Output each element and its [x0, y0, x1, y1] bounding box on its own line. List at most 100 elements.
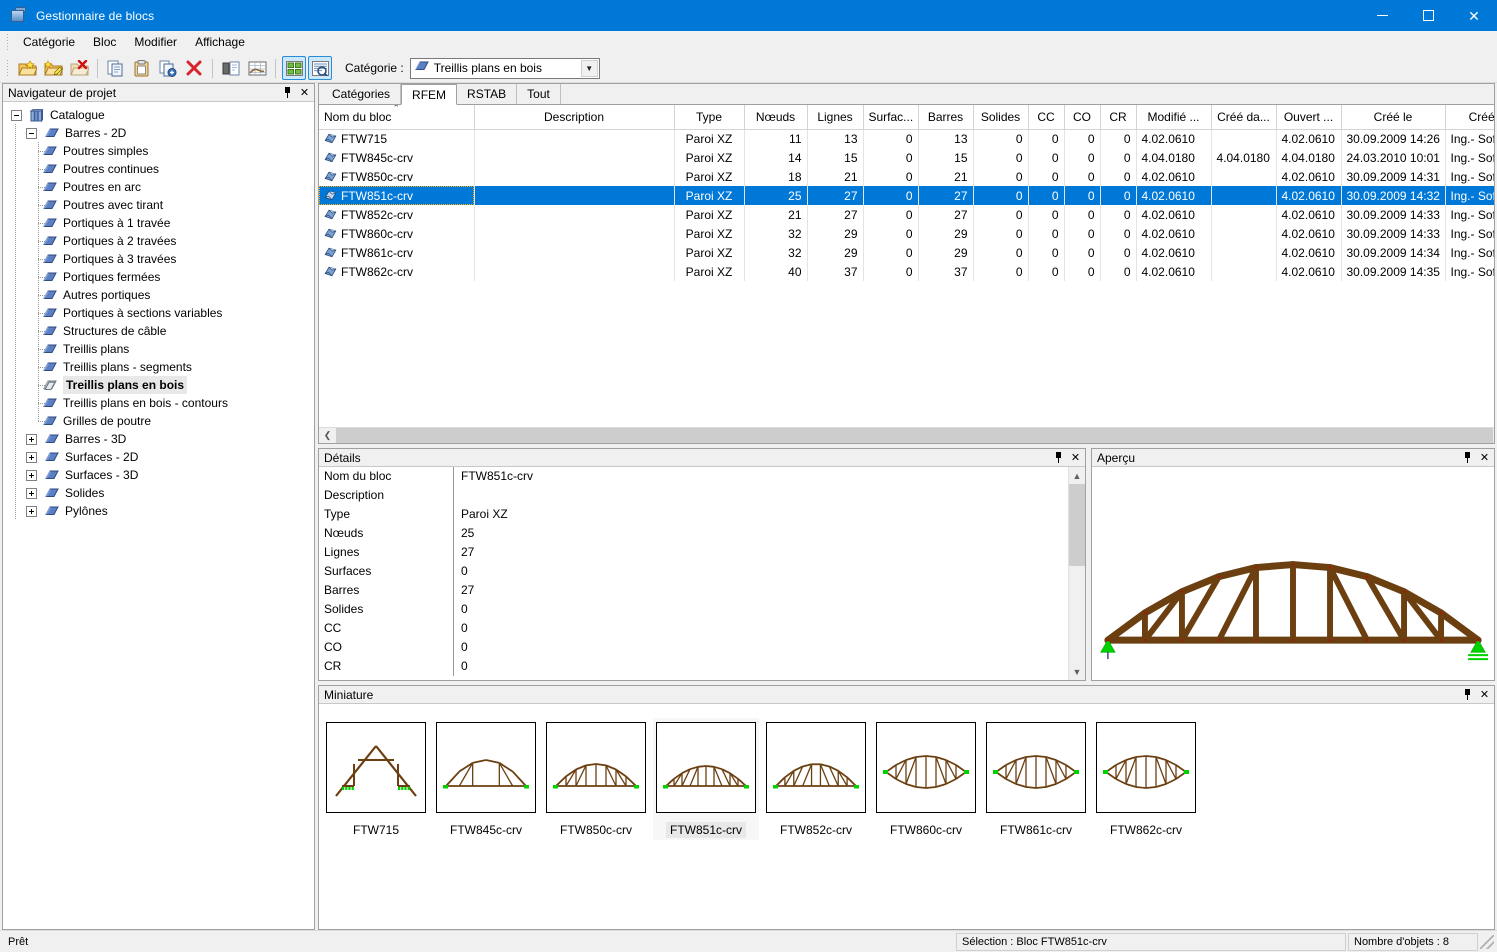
- column-header-co[interactable]: CO: [1064, 105, 1100, 129]
- details-vertical-scrollbar[interactable]: ▲ ▼: [1068, 467, 1085, 680]
- hscroll-thumb[interactable]: [336, 428, 1493, 443]
- vscroll-thumb[interactable]: [1069, 484, 1086, 566]
- table-tabs[interactable]: CatégoriesRFEMRSTABTout: [319, 84, 1494, 105]
- column-header-cr[interactable]: CR: [1100, 105, 1136, 129]
- chevron-down-icon[interactable]: ▼: [581, 60, 598, 77]
- tree-item-treillis-plans[interactable]: Treillis plans: [3, 340, 314, 358]
- menu-affichage[interactable]: Affichage: [186, 32, 254, 53]
- delete-button[interactable]: [182, 56, 206, 80]
- scroll-left-icon[interactable]: ❮: [319, 428, 336, 443]
- tree-item-poutres-avec-tirant[interactable]: Poutres avec tirant: [3, 196, 314, 214]
- paste-button[interactable]: [130, 56, 154, 80]
- column-header-description[interactable]: Description: [474, 105, 674, 129]
- tab-rfem[interactable]: RFEM: [401, 84, 457, 105]
- tree-item-surfaces-3d[interactable]: Surfaces - 3D: [3, 466, 314, 484]
- tree-item-barres-3d[interactable]: Barres - 3D: [3, 430, 314, 448]
- vscroll-track[interactable]: [1069, 484, 1086, 663]
- minimize-button[interactable]: [1359, 0, 1405, 31]
- tree-item-autres-portiques[interactable]: Autres portiques: [3, 286, 314, 304]
- thumbnail-item[interactable]: FTW852c-crv: [763, 718, 869, 840]
- table-row[interactable]: FTW852c-crvParoi XZ212702700004.02.06104…: [319, 205, 1494, 224]
- resize-grip[interactable]: [1480, 935, 1494, 949]
- table-header-row[interactable]: Nom du bloc⌃DescriptionTypeNœudsLignesSu…: [319, 105, 1494, 129]
- pin-icon[interactable]: [1460, 450, 1475, 465]
- column-header-modifie[interactable]: Modifié ...: [1136, 105, 1211, 129]
- collapse-icon[interactable]: [11, 110, 22, 121]
- tree-item-portiques-1-trav-e[interactable]: Portiques à 1 travée: [3, 214, 314, 232]
- edit-folder-button[interactable]: [41, 56, 65, 80]
- import-table-button[interactable]: [245, 56, 269, 80]
- close-icon[interactable]: ✕: [1477, 687, 1492, 702]
- close-button[interactable]: ✕: [1451, 0, 1497, 31]
- scroll-down-icon[interactable]: ▼: [1069, 663, 1086, 680]
- thumbnail-item[interactable]: FTW860c-crv: [873, 718, 979, 840]
- thumbnail-item[interactable]: FTW861c-crv: [983, 718, 1089, 840]
- tab-cat-gories[interactable]: Catégories: [322, 84, 401, 104]
- insert-block-button[interactable]: [219, 56, 243, 80]
- column-header-noeuds[interactable]: Nœuds: [744, 105, 807, 129]
- tree-item-solides[interactable]: Solides: [3, 484, 314, 502]
- column-header-solides[interactable]: Solides: [973, 105, 1028, 129]
- expand-icon[interactable]: [26, 488, 37, 499]
- tab-tout[interactable]: Tout: [517, 84, 561, 104]
- tree-item-pyl-nes[interactable]: Pylônes: [3, 502, 314, 520]
- tree-item-portiques-sections-variables[interactable]: Portiques à sections variables: [3, 304, 314, 322]
- tree-item-surfaces-2d[interactable]: Surfaces - 2D: [3, 448, 314, 466]
- preview-canvas[interactable]: [1092, 467, 1494, 680]
- horizontal-scrollbar[interactable]: ❮: [319, 427, 1494, 443]
- toolbar-grip[interactable]: [4, 60, 11, 77]
- tree-item-poutres-continues[interactable]: Poutres continues: [3, 160, 314, 178]
- scroll-up-icon[interactable]: ▲: [1069, 467, 1086, 484]
- table-row[interactable]: FTW851c-crvParoi XZ252702700004.02.06104…: [319, 186, 1494, 205]
- expand-icon[interactable]: [26, 470, 37, 481]
- column-header-cree_da[interactable]: Créé da...: [1211, 105, 1276, 129]
- menu-categorie[interactable]: Catégorie: [14, 32, 84, 53]
- tree-item-portiques-3-trav-es[interactable]: Portiques à 3 travées: [3, 250, 314, 268]
- column-header-cree_par[interactable]: Créé pa: [1445, 105, 1494, 129]
- tree-item-poutres-simples[interactable]: Poutres simples: [3, 142, 314, 160]
- pin-icon[interactable]: [1460, 687, 1475, 702]
- close-icon[interactable]: ✕: [1477, 450, 1492, 465]
- thumbnail-view-button[interactable]: [282, 56, 306, 80]
- tree-item-barres-2d[interactable]: Barres - 2D: [3, 124, 314, 142]
- table-row[interactable]: FTW845c-crvParoi XZ141501500004.04.01804…: [319, 148, 1494, 167]
- tree-item-grilles-de-poutre[interactable]: Grilles de poutre: [3, 412, 314, 430]
- copy-button[interactable]: [104, 56, 128, 80]
- column-header-surfaces[interactable]: Surfac...: [863, 105, 918, 129]
- tree-item-treillis-plans-en-bois-contours[interactable]: Treillis plans en bois - contours: [3, 394, 314, 412]
- collapse-icon[interactable]: [26, 128, 37, 139]
- thumbnail-item[interactable]: FTW715: [323, 718, 429, 840]
- thumbnail-item[interactable]: FTW862c-crv: [1093, 718, 1199, 840]
- column-header-ouvert[interactable]: Ouvert ...: [1276, 105, 1341, 129]
- tab-rstab[interactable]: RSTAB: [457, 84, 517, 104]
- tree-item-treillis-plans-segments[interactable]: Treillis plans - segments: [3, 358, 314, 376]
- thumbnail-item[interactable]: FTW850c-crv: [543, 718, 649, 840]
- category-combobox[interactable]: Treillis plans en bois ▼: [410, 58, 600, 79]
- table-row[interactable]: FTW862c-crvParoi XZ403703700004.02.06104…: [319, 262, 1494, 281]
- tree-item-portiques-ferm-es[interactable]: Portiques fermées: [3, 268, 314, 286]
- menu-bloc[interactable]: Bloc: [84, 32, 125, 53]
- catalog-tree[interactable]: CatalogueBarres - 2DPoutres simplesPoutr…: [3, 102, 314, 929]
- expand-icon[interactable]: [26, 506, 37, 517]
- details-view-button[interactable]: [308, 56, 332, 80]
- column-header-cree_le[interactable]: Créé le: [1341, 105, 1445, 129]
- tree-item-treillis-plans-en-bois[interactable]: Treillis plans en bois: [3, 376, 314, 394]
- column-header-type[interactable]: Type: [674, 105, 744, 129]
- tree-item-portiques-2-trav-es[interactable]: Portiques à 2 travées: [3, 232, 314, 250]
- thumbnail-list[interactable]: FTW715FTW845c-crvFTW850c-crvFTW851c-crvF…: [319, 704, 1494, 929]
- thumbnail-item[interactable]: FTW851c-crv: [653, 718, 759, 840]
- thumbnail-item[interactable]: FTW845c-crv: [433, 718, 539, 840]
- table-row[interactable]: FTW715Paroi XZ111301300004.02.06104.02.0…: [319, 129, 1494, 148]
- tree-item-poutres-en-arc[interactable]: Poutres en arc: [3, 178, 314, 196]
- menu-grip[interactable]: [4, 34, 11, 51]
- menu-modifier[interactable]: Modifier: [125, 32, 186, 53]
- column-header-name[interactable]: Nom du bloc⌃: [319, 105, 474, 129]
- grid-scroll-area[interactable]: Nom du bloc⌃DescriptionTypeNœudsLignesSu…: [319, 105, 1494, 427]
- delete-folder-button[interactable]: [67, 56, 91, 80]
- close-icon[interactable]: ✕: [297, 85, 312, 100]
- close-icon[interactable]: ✕: [1068, 450, 1083, 465]
- column-header-lignes[interactable]: Lignes: [807, 105, 863, 129]
- column-header-cc[interactable]: CC: [1028, 105, 1064, 129]
- new-folder-button[interactable]: [15, 56, 39, 80]
- duplicate-button[interactable]: [156, 56, 180, 80]
